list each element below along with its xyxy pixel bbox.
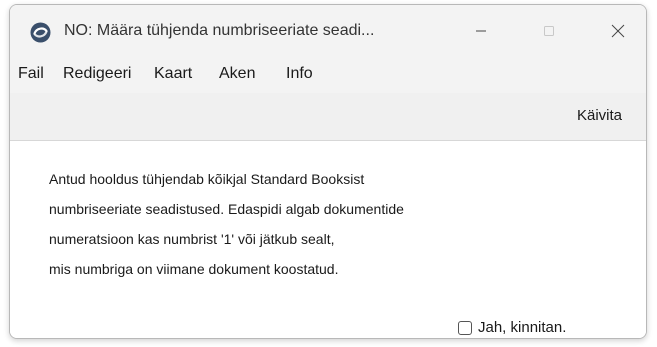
description-line-2: numbriseeriate seadistused. Edaspidi alg…	[49, 201, 404, 217]
close-button[interactable]	[595, 13, 641, 53]
window-title: NO: Määra tühjenda numbriseeriate seadi.…	[64, 22, 375, 39]
minimize-icon	[475, 24, 487, 42]
menu-item-kaart[interactable]: Kaart	[154, 65, 192, 83]
menu-item-aken[interactable]: Aken	[219, 65, 255, 83]
maximize-button[interactable]	[526, 13, 572, 53]
maximize-icon	[543, 24, 555, 42]
menu-bar: Fail Redigeeri Kaart Aken Info	[10, 59, 646, 93]
menu-item-info[interactable]: Info	[286, 65, 313, 83]
dialog-window: NO: Määra tühjenda numbriseeriate seadi.…	[9, 4, 647, 339]
menu-item-fail[interactable]: Fail	[18, 65, 44, 83]
close-icon	[611, 24, 625, 43]
description-line-3: numeratsioon kas numbrist '1' või jätkub…	[49, 231, 335, 247]
description-line-1: Antud hooldus tühjendab kõikjal Standard…	[49, 171, 365, 187]
confirm-option[interactable]: Jah, kinnitan.	[458, 319, 566, 336]
toolbar: Käivita	[10, 93, 646, 141]
confirm-label: Jah, kinnitan.	[478, 319, 567, 336]
title-bar[interactable]: NO: Määra tühjenda numbriseeriate seadi.…	[10, 5, 646, 59]
confirm-checkbox[interactable]	[458, 320, 472, 335]
minimize-button[interactable]	[458, 13, 504, 53]
run-button[interactable]: Käivita	[573, 105, 626, 126]
app-logo-icon	[30, 22, 51, 43]
dialog-content: Antud hooldus tühjendab kõikjal Standard…	[10, 141, 646, 338]
menu-item-redigeeri[interactable]: Redigeeri	[63, 65, 131, 83]
description-line-4: mis numbriga on viimane dokument koostat…	[49, 261, 339, 277]
